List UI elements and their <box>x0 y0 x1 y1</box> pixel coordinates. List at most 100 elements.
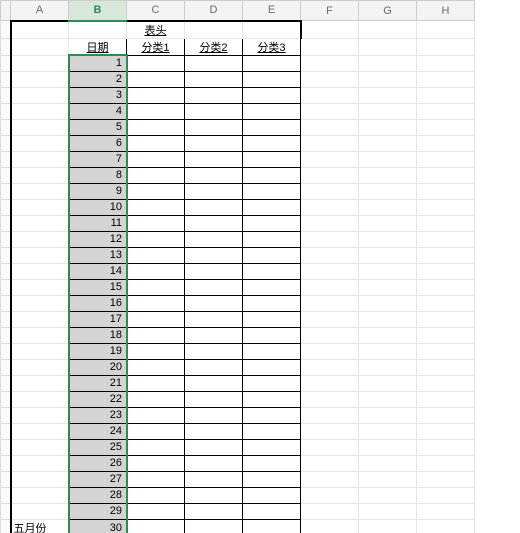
cell-a-3[interactable] <box>11 87 69 103</box>
cell-h-23[interactable] <box>417 407 475 423</box>
col-header-E[interactable]: E <box>243 1 301 21</box>
cell-c-29[interactable] <box>127 503 185 519</box>
cell-f-22[interactable] <box>301 391 359 407</box>
cell-d-21[interactable] <box>185 375 243 391</box>
cell-h-10[interactable] <box>417 199 475 215</box>
cell-e-11[interactable] <box>243 215 301 231</box>
cell-e-5[interactable] <box>243 119 301 135</box>
cell-a-13[interactable] <box>11 247 69 263</box>
cell-c-25[interactable] <box>127 439 185 455</box>
cell-f-30[interactable] <box>301 519 359 533</box>
cell-e-20[interactable] <box>243 359 301 375</box>
cell-f-4[interactable] <box>301 103 359 119</box>
row-header[interactable] <box>1 423 11 439</box>
cell-f-9[interactable] <box>301 183 359 199</box>
cell-f-7[interactable] <box>301 151 359 167</box>
date-cell-12[interactable]: 12 <box>69 231 127 247</box>
cell-c-7[interactable] <box>127 151 185 167</box>
row-header[interactable] <box>1 55 11 71</box>
col-header-G[interactable]: G <box>359 1 417 21</box>
cell-c-18[interactable] <box>127 327 185 343</box>
grid-table[interactable]: ABCDEFGH表头日期分类1分类2分类31234567891011121314… <box>0 0 475 533</box>
cell-d-16[interactable] <box>185 295 243 311</box>
row-header[interactable] <box>1 21 11 39</box>
row-header[interactable] <box>1 519 11 533</box>
cell-g-1[interactable] <box>359 55 417 71</box>
cell-e-1[interactable] <box>243 55 301 71</box>
cell-d-25[interactable] <box>185 439 243 455</box>
date-cell-7[interactable]: 7 <box>69 151 127 167</box>
cell-d-22[interactable] <box>185 391 243 407</box>
cell-h-22[interactable] <box>417 391 475 407</box>
cell-e-9[interactable] <box>243 183 301 199</box>
row-header[interactable] <box>1 215 11 231</box>
cell-d-28[interactable] <box>185 487 243 503</box>
date-cell-26[interactable]: 26 <box>69 455 127 471</box>
date-cell-15[interactable]: 15 <box>69 279 127 295</box>
cell-c-14[interactable] <box>127 263 185 279</box>
cell-f-13[interactable] <box>301 247 359 263</box>
cell-g-16[interactable] <box>359 295 417 311</box>
cell-f-12[interactable] <box>301 231 359 247</box>
cell-f-27[interactable] <box>301 471 359 487</box>
cell-e-12[interactable] <box>243 231 301 247</box>
cell-e-8[interactable] <box>243 167 301 183</box>
cell-h-2[interactable] <box>417 71 475 87</box>
cell-f-15[interactable] <box>301 279 359 295</box>
cell-d-8[interactable] <box>185 167 243 183</box>
cell-d-title[interactable] <box>185 21 243 39</box>
cell-h-title[interactable] <box>417 21 475 39</box>
cell-f-28[interactable] <box>301 487 359 503</box>
cell-g-4[interactable] <box>359 103 417 119</box>
cell-g-9[interactable] <box>359 183 417 199</box>
cell-a-26[interactable] <box>11 455 69 471</box>
cell-h-18[interactable] <box>417 327 475 343</box>
date-cell-24[interactable]: 24 <box>69 423 127 439</box>
cell-e-27[interactable] <box>243 471 301 487</box>
cell-f-14[interactable] <box>301 263 359 279</box>
cell-a-5[interactable] <box>11 119 69 135</box>
date-cell-20[interactable]: 20 <box>69 359 127 375</box>
row-header[interactable] <box>1 263 11 279</box>
date-cell-30[interactable]: 30 <box>69 519 127 533</box>
cell-g-hdr[interactable] <box>359 38 417 55</box>
cell-g-10[interactable] <box>359 199 417 215</box>
date-cell-8[interactable]: 8 <box>69 167 127 183</box>
date-cell-28[interactable]: 28 <box>69 487 127 503</box>
date-cell-19[interactable]: 19 <box>69 343 127 359</box>
cell-g-27[interactable] <box>359 471 417 487</box>
cell-a-29[interactable] <box>11 503 69 519</box>
cell-h-15[interactable] <box>417 279 475 295</box>
row-header[interactable] <box>1 471 11 487</box>
cell-g-11[interactable] <box>359 215 417 231</box>
cell-h-16[interactable] <box>417 295 475 311</box>
col-header-C[interactable]: C <box>127 1 185 21</box>
cell-c-2[interactable] <box>127 71 185 87</box>
cell-g-13[interactable] <box>359 247 417 263</box>
cell-g-30[interactable] <box>359 519 417 533</box>
cell-f-20[interactable] <box>301 359 359 375</box>
cell-c-28[interactable] <box>127 487 185 503</box>
cell-f-19[interactable] <box>301 343 359 359</box>
cell-a-14[interactable] <box>11 263 69 279</box>
cell-f-title[interactable] <box>301 21 359 39</box>
cell-d-5[interactable] <box>185 119 243 135</box>
cell-f-29[interactable] <box>301 503 359 519</box>
date-cell-1[interactable]: 1 <box>69 55 127 71</box>
cell-e-3[interactable] <box>243 87 301 103</box>
row-header[interactable] <box>1 151 11 167</box>
cell-g-title[interactable] <box>359 21 417 39</box>
row-header[interactable] <box>1 487 11 503</box>
cell-d-9[interactable] <box>185 183 243 199</box>
cell-a-6[interactable] <box>11 135 69 151</box>
cell-c-13[interactable] <box>127 247 185 263</box>
cell-d-24[interactable] <box>185 423 243 439</box>
cell-a-15[interactable] <box>11 279 69 295</box>
cell-g-28[interactable] <box>359 487 417 503</box>
spreadsheet-view[interactable]: ABCDEFGH表头日期分类1分类2分类31234567891011121314… <box>0 0 520 533</box>
date-cell-16[interactable]: 16 <box>69 295 127 311</box>
cell-h-27[interactable] <box>417 471 475 487</box>
row-header[interactable] <box>1 119 11 135</box>
cell-e-30[interactable] <box>243 519 301 533</box>
cell-g-5[interactable] <box>359 119 417 135</box>
